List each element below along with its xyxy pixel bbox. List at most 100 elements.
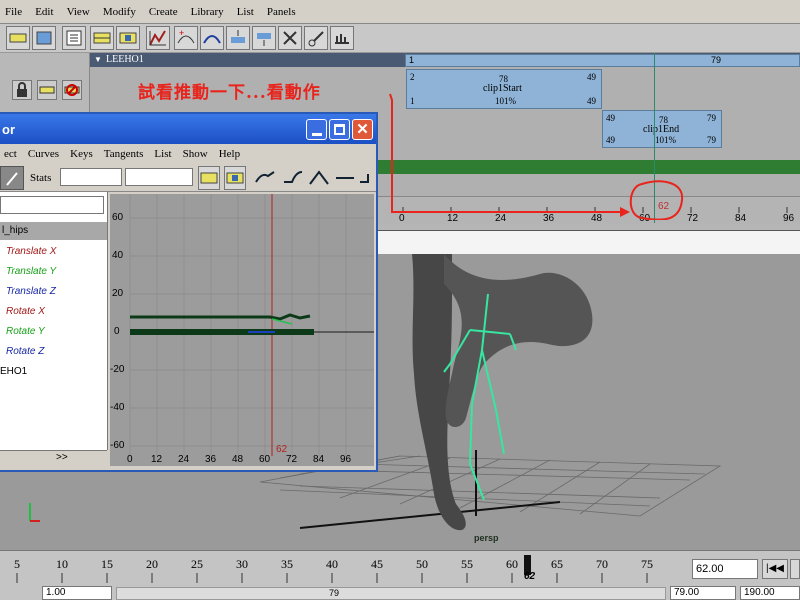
menu-panels[interactable]: Panels [262,0,301,18]
ge-menu-tangents[interactable]: Tangents [100,144,148,160]
menu-view[interactable]: View [62,0,95,18]
flat-tangent-icon[interactable] [334,168,356,188]
ge-menu-show[interactable]: Show [179,144,212,160]
range-start-field[interactable]: 1.00 [42,586,112,600]
curve-icon[interactable] [200,26,224,50]
current-time-field[interactable]: 62.00 [692,559,758,579]
y-tick: 60 [112,212,124,223]
scroll-arrow[interactable]: >> [56,452,68,463]
collapse-triangle-icon[interactable]: ▼ [94,55,102,64]
clip-icon[interactable] [116,26,140,50]
y-tick: 0 [114,326,120,337]
y-tick: -20 [110,364,125,375]
menu-create[interactable]: Create [144,0,183,18]
graph-editor-titlebar[interactable]: or ✕ [0,114,376,144]
ge-menu-select[interactable]: ect [0,144,21,160]
attr-translate-y[interactable]: Translate Y [6,266,56,277]
x-tick: 36 [205,454,217,465]
timing-icon[interactable] [330,26,354,50]
ge-menu-curves[interactable]: Curves [24,144,63,160]
y-tick: -60 [110,440,125,451]
step-tangent-icon[interactable] [358,168,374,188]
time-slider[interactable]: 5 10 15 20 25 30 35 40 45 50 55 60 65 70… [0,550,800,586]
annotation-arrow [389,93,684,220]
char-clip-start: 1 [409,55,415,65]
scissors-icon[interactable] [304,26,328,50]
spline-tangent-icon[interactable] [254,168,276,188]
attr-translate-z[interactable]: Translate Z [6,286,56,297]
y-tick: 20 [112,288,124,299]
maximize-icon[interactable] [329,119,350,140]
range-bar-end: 79 [329,588,340,598]
menu-edit[interactable]: Edit [30,0,58,18]
x-tick: 96 [340,454,352,465]
playhead-frame: 62 [524,571,536,582]
mute-icon[interactable] [62,80,82,100]
stats-field-value[interactable] [125,168,193,186]
add-key-icon[interactable]: + [174,26,198,50]
minimize-icon[interactable] [306,119,327,140]
x-tick: 12 [151,454,163,465]
graph-editor-window[interactable]: or ✕ ect Curves Keys Tangents List Show … [0,112,378,472]
ts-tick: 15 [101,557,113,571]
attr-translate-x[interactable]: Translate X [6,246,56,257]
ts-tick: 60 [506,557,518,571]
swap-buffer-icon[interactable] [224,166,246,190]
ge-menu-help[interactable]: Help [215,144,244,160]
svg-text:+: + [179,28,184,38]
clip2-end-bottom: 79 [707,135,716,145]
move-key-icon[interactable] [0,166,24,190]
stats-label: Stats [30,172,52,184]
graph-editor-curve-view[interactable]: 60 40 20 0 -20 -40 -60 62 0 12 24 36 48 … [110,194,374,466]
menu-file[interactable]: File [0,0,27,18]
stats-field-time[interactable] [60,168,122,186]
linear-tangent-icon[interactable] [308,168,330,188]
ts-tick: 65 [551,557,563,571]
x-tick: 60 [259,454,271,465]
clamped-tangent-icon[interactable] [282,168,304,188]
clip1-end-top: 49 [587,72,596,82]
trax-toolbar: + [0,24,800,53]
ts-tick: 10 [56,557,68,571]
range-bar[interactable]: 79 [116,587,666,600]
go-to-start-icon[interactable]: |◀◀ [762,559,788,579]
step-back-icon[interactable] [790,559,800,579]
y-tick: 40 [112,250,124,261]
ts-tick: 35 [281,557,293,571]
solo-icon[interactable] [37,80,57,100]
lock-icon[interactable] [12,80,32,100]
blend-up-icon[interactable] [226,26,250,50]
attr-rotate-z[interactable]: Rotate Z [6,346,44,357]
menu-list[interactable]: List [232,0,259,18]
camera-label: persp [474,533,499,543]
outliner-filter-field[interactable] [0,196,104,214]
frame-selection-icon[interactable] [32,26,56,50]
outliner-character[interactable]: EHO1 [0,366,27,377]
outliner-scrollbar[interactable]: >> [0,450,107,466]
list-icon[interactable] [62,26,86,50]
split-clip-icon[interactable] [278,26,302,50]
ge-menu-list[interactable]: List [150,144,175,160]
blend-down-icon[interactable] [252,26,276,50]
menu-library[interactable]: Library [186,0,229,18]
ts-tick: 55 [461,557,473,571]
animation-end-field[interactable]: 190.00 [740,586,800,600]
attr-rotate-x[interactable]: Rotate X [6,306,45,317]
outliner-node-header[interactable]: l_hips [0,222,107,240]
close-icon[interactable]: ✕ [352,119,373,140]
graph-icon[interactable] [146,26,170,50]
ts-tick: 5 [14,557,20,571]
buffer-curve-icon[interactable] [198,166,220,190]
attr-rotate-y[interactable]: Rotate Y [6,326,45,337]
frame-all-icon[interactable] [6,26,30,50]
range-end-field[interactable]: 79.00 [670,586,736,600]
load-character-icon[interactable] [90,26,114,50]
window-title: or [2,122,15,137]
ts-tick: 70 [596,557,608,571]
menu-modify[interactable]: Modify [98,0,141,18]
ts-tick: 40 [326,557,338,571]
character-clip-row[interactable]: 1 79 [405,54,800,67]
ts-tick: 20 [146,557,158,571]
ge-menu-keys[interactable]: Keys [66,144,97,160]
ts-tick: 50 [416,557,428,571]
